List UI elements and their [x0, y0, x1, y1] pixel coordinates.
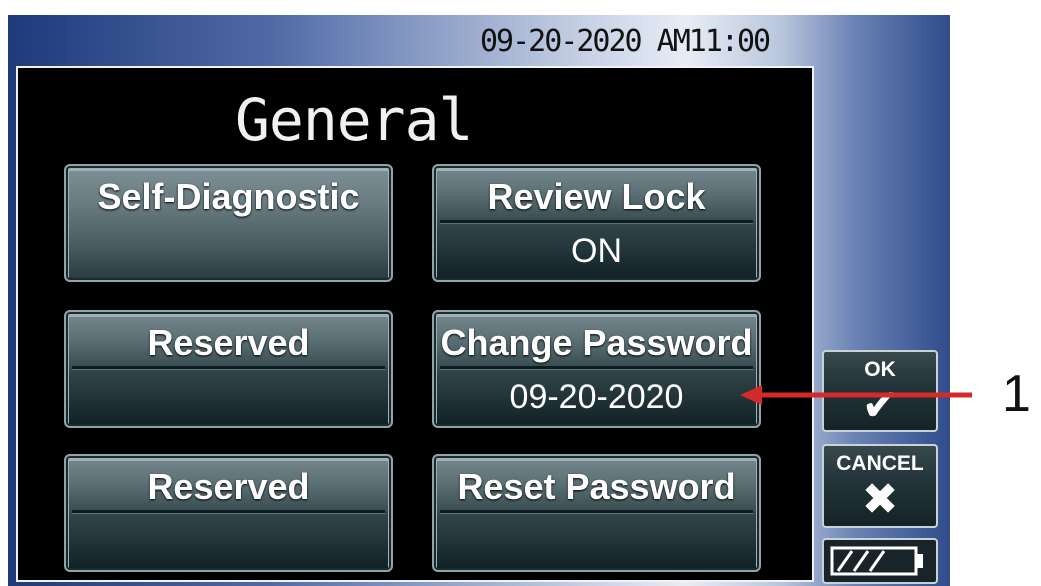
reserved-button-2[interactable]: Reserved [64, 454, 393, 572]
change-password-button[interactable]: Change Password 09-20-2020 [432, 310, 761, 428]
callout-arrow [740, 385, 972, 405]
self-diagnostic-button[interactable]: Self-Diagnostic [64, 164, 393, 282]
battery-indicator [822, 538, 938, 584]
reset-password-label: Reset Password [457, 466, 736, 507]
callout-number: 1 [1002, 365, 1031, 423]
cancel-label: CANCEL [836, 452, 924, 475]
tile-divider [440, 220, 753, 223]
reserved-label-1: Reserved [147, 322, 310, 363]
change-password-value: 09-20-2020 [509, 378, 684, 416]
battery-fill [836, 550, 886, 572]
review-lock-value: ON [571, 232, 622, 270]
self-diagnostic-label: Self-Diagnostic [97, 176, 360, 217]
reserved-label-2: Reserved [147, 466, 310, 507]
reserved-button-1[interactable]: Reserved [64, 310, 393, 428]
review-lock-label: Review Lock [487, 176, 706, 217]
reset-password-button[interactable]: Reset Password [432, 454, 761, 572]
page-title: General [235, 86, 473, 154]
tile-divider [440, 510, 753, 513]
change-password-label: Change Password [440, 322, 753, 363]
tile-divider [440, 366, 753, 369]
datetime: 09-20-2020 AM11:00 [480, 24, 771, 59]
battery-icon [830, 546, 923, 576]
tile-divider [72, 510, 385, 513]
tile-divider [72, 366, 385, 369]
close-icon: ✖ [861, 474, 899, 525]
ok-label: OK [864, 358, 896, 381]
cancel-button[interactable]: CANCEL ✖ [822, 444, 938, 528]
review-lock-button[interactable]: Review Lock ON [432, 164, 761, 282]
